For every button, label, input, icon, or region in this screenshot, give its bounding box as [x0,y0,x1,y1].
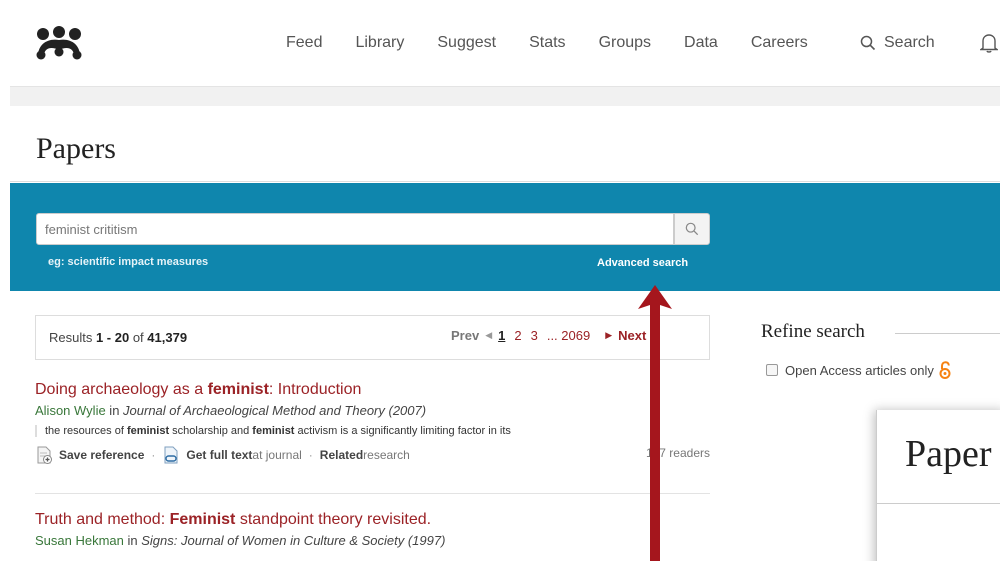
result-divider [35,493,710,494]
search-button[interactable] [674,213,710,245]
nav-library[interactable]: Library [355,34,404,52]
result-actions: Save reference · Get full text at journa… [35,446,710,464]
title-highlight: feminist [207,381,269,398]
save-reference-label: Save reference [59,448,145,462]
nav-feed[interactable]: Feed [286,34,322,52]
top-navigation: Feed Library Suggest Stats Groups Data C… [10,0,1000,86]
mendeley-logo-icon[interactable] [34,26,84,60]
search-icon [860,35,876,51]
nav-careers[interactable]: Careers [751,34,808,52]
nav-stats[interactable]: Stats [529,34,565,52]
journal-name: Signs: Journal of Women in Culture & Soc… [141,533,446,548]
nav-data[interactable]: Data [684,34,718,52]
results-of: of [129,330,148,345]
prev-arrow-icon: ◀ [485,330,493,340]
refine-search-heading: Refine search [761,321,865,342]
link-document-icon [164,446,178,464]
snippet-part: activism is a significantly limiting fac… [294,425,511,437]
page-link-3[interactable]: 3 [531,328,538,343]
result-meta: Susan Hekman in Signs: Journal of Women … [35,533,710,548]
nav-search-label: Search [884,34,935,51]
page-title: Papers [36,132,116,165]
result-title[interactable]: Doing archaeology as a feminist: Introdu… [35,381,710,399]
snippet-part: scholarship and [169,425,253,437]
result-meta: Alison Wylie in Journal of Archaeologica… [35,403,710,418]
nav-suggest[interactable]: Suggest [437,34,496,52]
page-link-last[interactable]: ... 2069 [547,328,590,343]
result-item: Truth and method: Feminist standpoint th… [35,511,710,548]
annotation-arrow-icon [638,285,672,561]
related-suffix: research [363,448,410,462]
result-item: Doing archaeology as a feminist: Introdu… [35,381,710,464]
bell-icon[interactable] [980,33,998,53]
page-link-2[interactable]: 2 [514,328,521,343]
snippet-part: the resources of [45,425,127,437]
nav-search[interactable]: Search [860,34,935,52]
zoom-overlay: Paper [876,410,1000,561]
title-highlight: Feminist [169,511,236,528]
full-text-label: Get full text [186,448,253,462]
author-link[interactable]: Alison Wylie [35,403,106,418]
nav-groups[interactable]: Groups [599,34,651,52]
get-full-text-button[interactable]: Get full text at journal [162,446,302,464]
results-count: Results 1 - 20 of 41,379 [49,330,187,345]
open-access-label: Open Access articles only [785,362,934,378]
meta-in: in [105,403,124,418]
advanced-search-link[interactable]: Advanced search [597,257,688,269]
snippet-highlight: feminist [126,425,170,437]
meta-in: in [123,533,142,548]
title-bar: Papers [10,106,1000,182]
refine-divider [895,333,1000,334]
result-title[interactable]: Truth and method: Feminist standpoint th… [35,511,710,529]
nav-links: Feed Library Suggest Stats Groups Data C… [286,34,841,52]
title-part: Doing archaeology as a [35,381,208,398]
open-access-lock-icon [939,361,951,379]
save-reference-button[interactable]: Save reference [35,446,144,464]
title-part: : Introduction [268,381,362,398]
snippet-highlight: feminist [252,425,295,437]
related-research-link[interactable]: Related research [320,448,410,462]
results-prefix: Results [49,330,96,345]
add-document-icon [37,446,52,464]
journal-name: Journal of Archaeological Method and The… [123,403,427,418]
open-access-filter[interactable]: Open Access articles only [766,361,951,379]
full-text-source: at journal [252,448,302,462]
search-band: eg: scientific impact measures Advanced … [10,183,1000,291]
search-hint: eg: scientific impact measures [48,256,209,268]
page-link-1[interactable]: 1 [498,328,505,343]
search-input[interactable] [36,213,674,245]
results-range: 1 - 20 [95,330,130,345]
overlay-divider [877,503,1000,504]
results-total: 41,379 [147,330,188,345]
next-arrow-icon: ▶ [605,330,613,340]
search-icon [685,222,699,236]
results-summary: Results 1 - 20 of 41,379 Prev ◀ 1 2 3 ..… [35,315,710,360]
overlay-title: Paper [905,433,992,475]
title-part: Truth and method: [35,511,170,528]
header-divider [10,86,1000,106]
author-link[interactable]: Susan Hekman [35,533,124,548]
open-access-checkbox[interactable] [766,364,778,376]
pagination: Prev ◀ 1 2 3 ... 2069 ▶ Next [451,328,646,343]
prev-link[interactable]: Prev [451,328,479,343]
title-part: standpoint theory revisited. [235,511,432,528]
separator: · [308,448,313,462]
separator: · [151,448,156,462]
related-label: Related [319,448,364,462]
result-snippet: the resources of feminist scholarship an… [35,425,710,437]
